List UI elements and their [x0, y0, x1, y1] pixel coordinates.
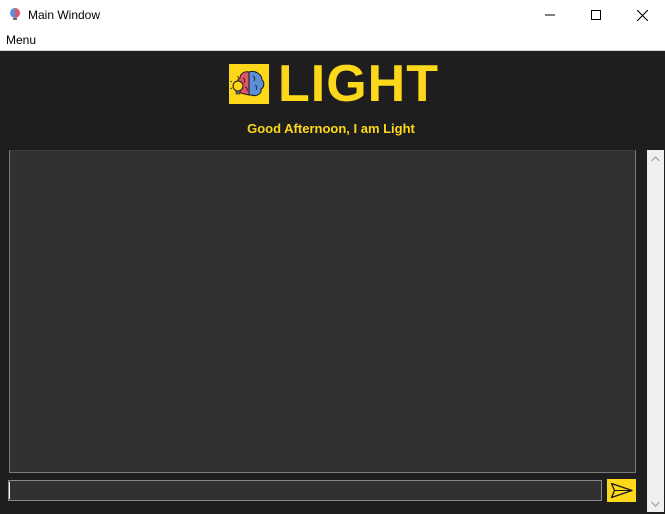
- text-caret: [9, 482, 10, 499]
- chevron-down-icon: [651, 501, 660, 507]
- send-arrow-icon: [610, 482, 633, 499]
- maximize-icon: [591, 10, 601, 20]
- minimize-icon: [545, 14, 555, 16]
- close-button[interactable]: [619, 0, 665, 30]
- app-icon: [10, 8, 20, 20]
- title-bar[interactable]: Main Window: [0, 0, 665, 30]
- close-icon: [636, 9, 648, 21]
- app-heading: LIGHT: [278, 55, 439, 113]
- chevron-up-icon: [651, 155, 660, 161]
- vertical-scrollbar[interactable]: [647, 150, 664, 512]
- main-window: Main Window Menu LIGHT Good Afternoon, I…: [0, 0, 665, 514]
- menu-item-menu[interactable]: Menu: [6, 32, 36, 48]
- chat-history-panel[interactable]: [9, 150, 636, 473]
- scroll-up-button[interactable]: [647, 150, 664, 167]
- menu-bar: Menu: [0, 30, 665, 51]
- scroll-down-button[interactable]: [647, 495, 664, 512]
- minimize-button[interactable]: [527, 0, 573, 30]
- maximize-button[interactable]: [573, 0, 619, 30]
- greeting-text: Good Afternoon, I am Light: [247, 121, 415, 136]
- send-button[interactable]: [607, 479, 636, 502]
- brain-lightbulb-logo-icon: [229, 64, 269, 104]
- window-title: Main Window: [28, 8, 101, 22]
- message-input[interactable]: [8, 480, 602, 501]
